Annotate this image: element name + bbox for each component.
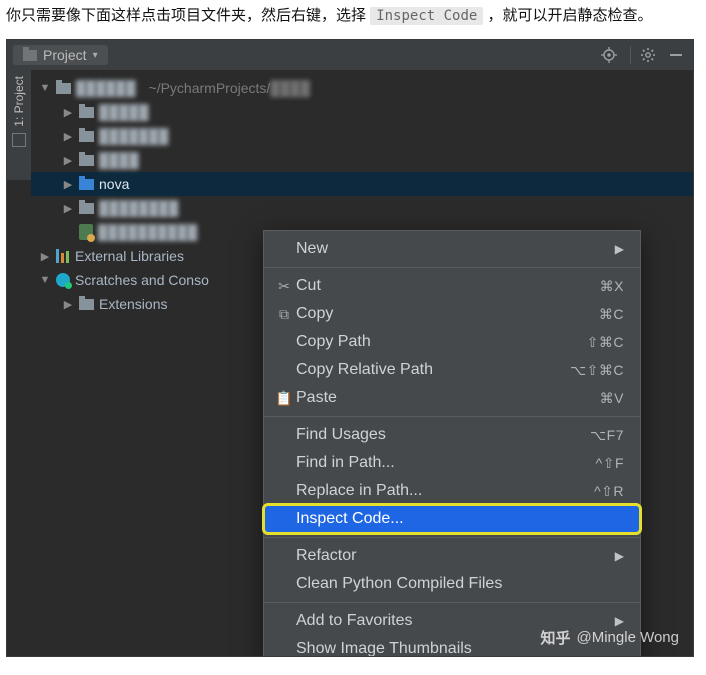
expand-arrow-icon[interactable]: ▶ [39, 250, 51, 263]
submenu-arrow-icon: ▶ [615, 614, 624, 628]
expand-arrow-icon[interactable]: ▼ [39, 82, 51, 94]
menu-item-copy-relative-path[interactable]: Copy Relative Path ⌥⇧⌘C [264, 356, 640, 384]
menu-item-find-in-path[interactable]: Find in Path... ^⇧F [264, 449, 640, 477]
submenu-arrow-icon: ▶ [615, 549, 624, 563]
folder-icon [56, 83, 71, 94]
article-caption: 你只需要像下面这样点击项目文件夹，然后右键，选择 Inspect Code ，就… [0, 0, 706, 39]
menu-item-clean-python[interactable]: Clean Python Compiled Files [264, 570, 640, 598]
menu-item-inspect-code[interactable]: Inspect Code... [264, 505, 640, 533]
menu-item-refactor[interactable]: Refactor ▶ [264, 542, 640, 570]
folder-icon [79, 155, 94, 166]
gear-icon[interactable] [637, 44, 659, 66]
watermark: 知乎 @Mingle Wong [540, 627, 679, 648]
folder-icon [79, 107, 94, 118]
menu-item-replace-in-path[interactable]: Replace in Path... ^⇧R [264, 477, 640, 505]
menu-item-find-usages[interactable]: Find Usages ⌥F7 [264, 421, 640, 449]
project-toolbar: Project ▾ [7, 40, 693, 70]
shortcut: ⌘C [599, 306, 624, 323]
folder-icon [23, 50, 37, 61]
folder-icon [79, 203, 94, 214]
expand-arrow-icon[interactable]: ▶ [62, 130, 74, 143]
menu-item-new[interactable]: New ▶ [264, 235, 640, 263]
shortcut: ⌥⇧⌘C [570, 362, 624, 379]
tree-row[interactable]: ▶ ███████ [31, 124, 693, 148]
python-file-icon [79, 224, 93, 240]
tree-row-nova[interactable]: ▶ nova [31, 172, 693, 196]
shortcut: ⌘V [600, 390, 624, 407]
context-menu: New ▶ ✂ Cut ⌘X ⧉ Copy ⌘C Copy Path ⇧⌘C C… [263, 230, 641, 657]
menu-separator [264, 267, 640, 268]
watermark-brand: 知乎 [540, 627, 570, 648]
folder-icon [79, 131, 94, 142]
expand-arrow-icon[interactable]: ▶ [62, 202, 74, 215]
shortcut: ^⇧F [596, 455, 624, 472]
tree-label-obscured: ████████ [99, 200, 178, 216]
menu-separator [264, 416, 640, 417]
tree-label-obscured: ██████████ [98, 224, 197, 240]
project-scope-label: Project [43, 47, 87, 63]
tree-row-root[interactable]: ▼ ██████ ~/PycharmProjects/████ [31, 76, 693, 100]
cut-icon: ✂ [272, 278, 296, 295]
shortcut: ⌥F7 [590, 427, 624, 444]
tree-label-obscured: ██████ [76, 80, 136, 96]
expand-arrow-icon[interactable]: ▼ [39, 274, 51, 286]
menu-separator [264, 537, 640, 538]
toolbar-divider [630, 46, 631, 64]
tree-label-obscured: ███████ [99, 128, 168, 144]
tree-label: Scratches and Conso [75, 272, 209, 288]
tree-label: nova [99, 176, 129, 192]
expand-arrow-icon[interactable]: ▶ [62, 298, 74, 311]
tree-label: External Libraries [75, 248, 184, 264]
menu-item-copy[interactable]: ⧉ Copy ⌘C [264, 300, 640, 328]
shortcut: ^⇧R [594, 483, 624, 500]
tree-label-obscured: █████ [99, 104, 149, 120]
caption-suffix: ，就可以开启静态检查。 [488, 7, 653, 24]
tree-row[interactable]: ▶ █████ [31, 100, 693, 124]
tree-label: Extensions [99, 296, 167, 312]
copy-icon: ⧉ [272, 306, 296, 323]
tool-window-label: 1: Project [12, 76, 26, 127]
chevron-down-icon: ▾ [93, 50, 98, 61]
watermark-author: @Mingle Wong [577, 629, 680, 646]
tree-root-path: ~/PycharmProjects/████ [149, 80, 310, 96]
tree-label-obscured: ████ [99, 152, 139, 168]
locate-icon[interactable] [598, 44, 620, 66]
caption-prefix: 你只需要像下面这样点击项目文件夹，然后右键，选择 [6, 7, 366, 24]
paste-icon: 📋 [272, 390, 296, 407]
submenu-arrow-icon: ▶ [615, 242, 624, 256]
menu-item-cut[interactable]: ✂ Cut ⌘X [264, 272, 640, 300]
minimize-icon[interactable] [665, 44, 687, 66]
menu-item-copy-path[interactable]: Copy Path ⇧⌘C [264, 328, 640, 356]
menu-separator [264, 602, 640, 603]
scratches-icon [56, 273, 70, 287]
tree-row[interactable]: ▶ ████████ [31, 196, 693, 220]
shortcut: ⌘X [600, 278, 624, 295]
menu-item-paste[interactable]: 📋 Paste ⌘V [264, 384, 640, 412]
caption-code: Inspect Code [370, 7, 483, 25]
folder-icon [79, 299, 94, 310]
structure-tab-icon[interactable] [12, 133, 26, 147]
tree-row[interactable]: ▶ ████ [31, 148, 693, 172]
folder-icon [79, 179, 94, 190]
libraries-icon [56, 249, 70, 263]
project-scope-selector[interactable]: Project ▾ [13, 45, 108, 65]
expand-arrow-icon[interactable]: ▶ [62, 154, 74, 167]
shortcut: ⇧⌘C [587, 334, 624, 351]
expand-arrow-icon[interactable]: ▶ [62, 178, 74, 191]
tool-window-tab-project[interactable]: 1: Project [7, 70, 31, 180]
pycharm-window: Project ▾ 1: Project ▼ ██████ ~/PycharmP… [6, 39, 694, 657]
expand-arrow-icon[interactable]: ▶ [62, 106, 74, 119]
